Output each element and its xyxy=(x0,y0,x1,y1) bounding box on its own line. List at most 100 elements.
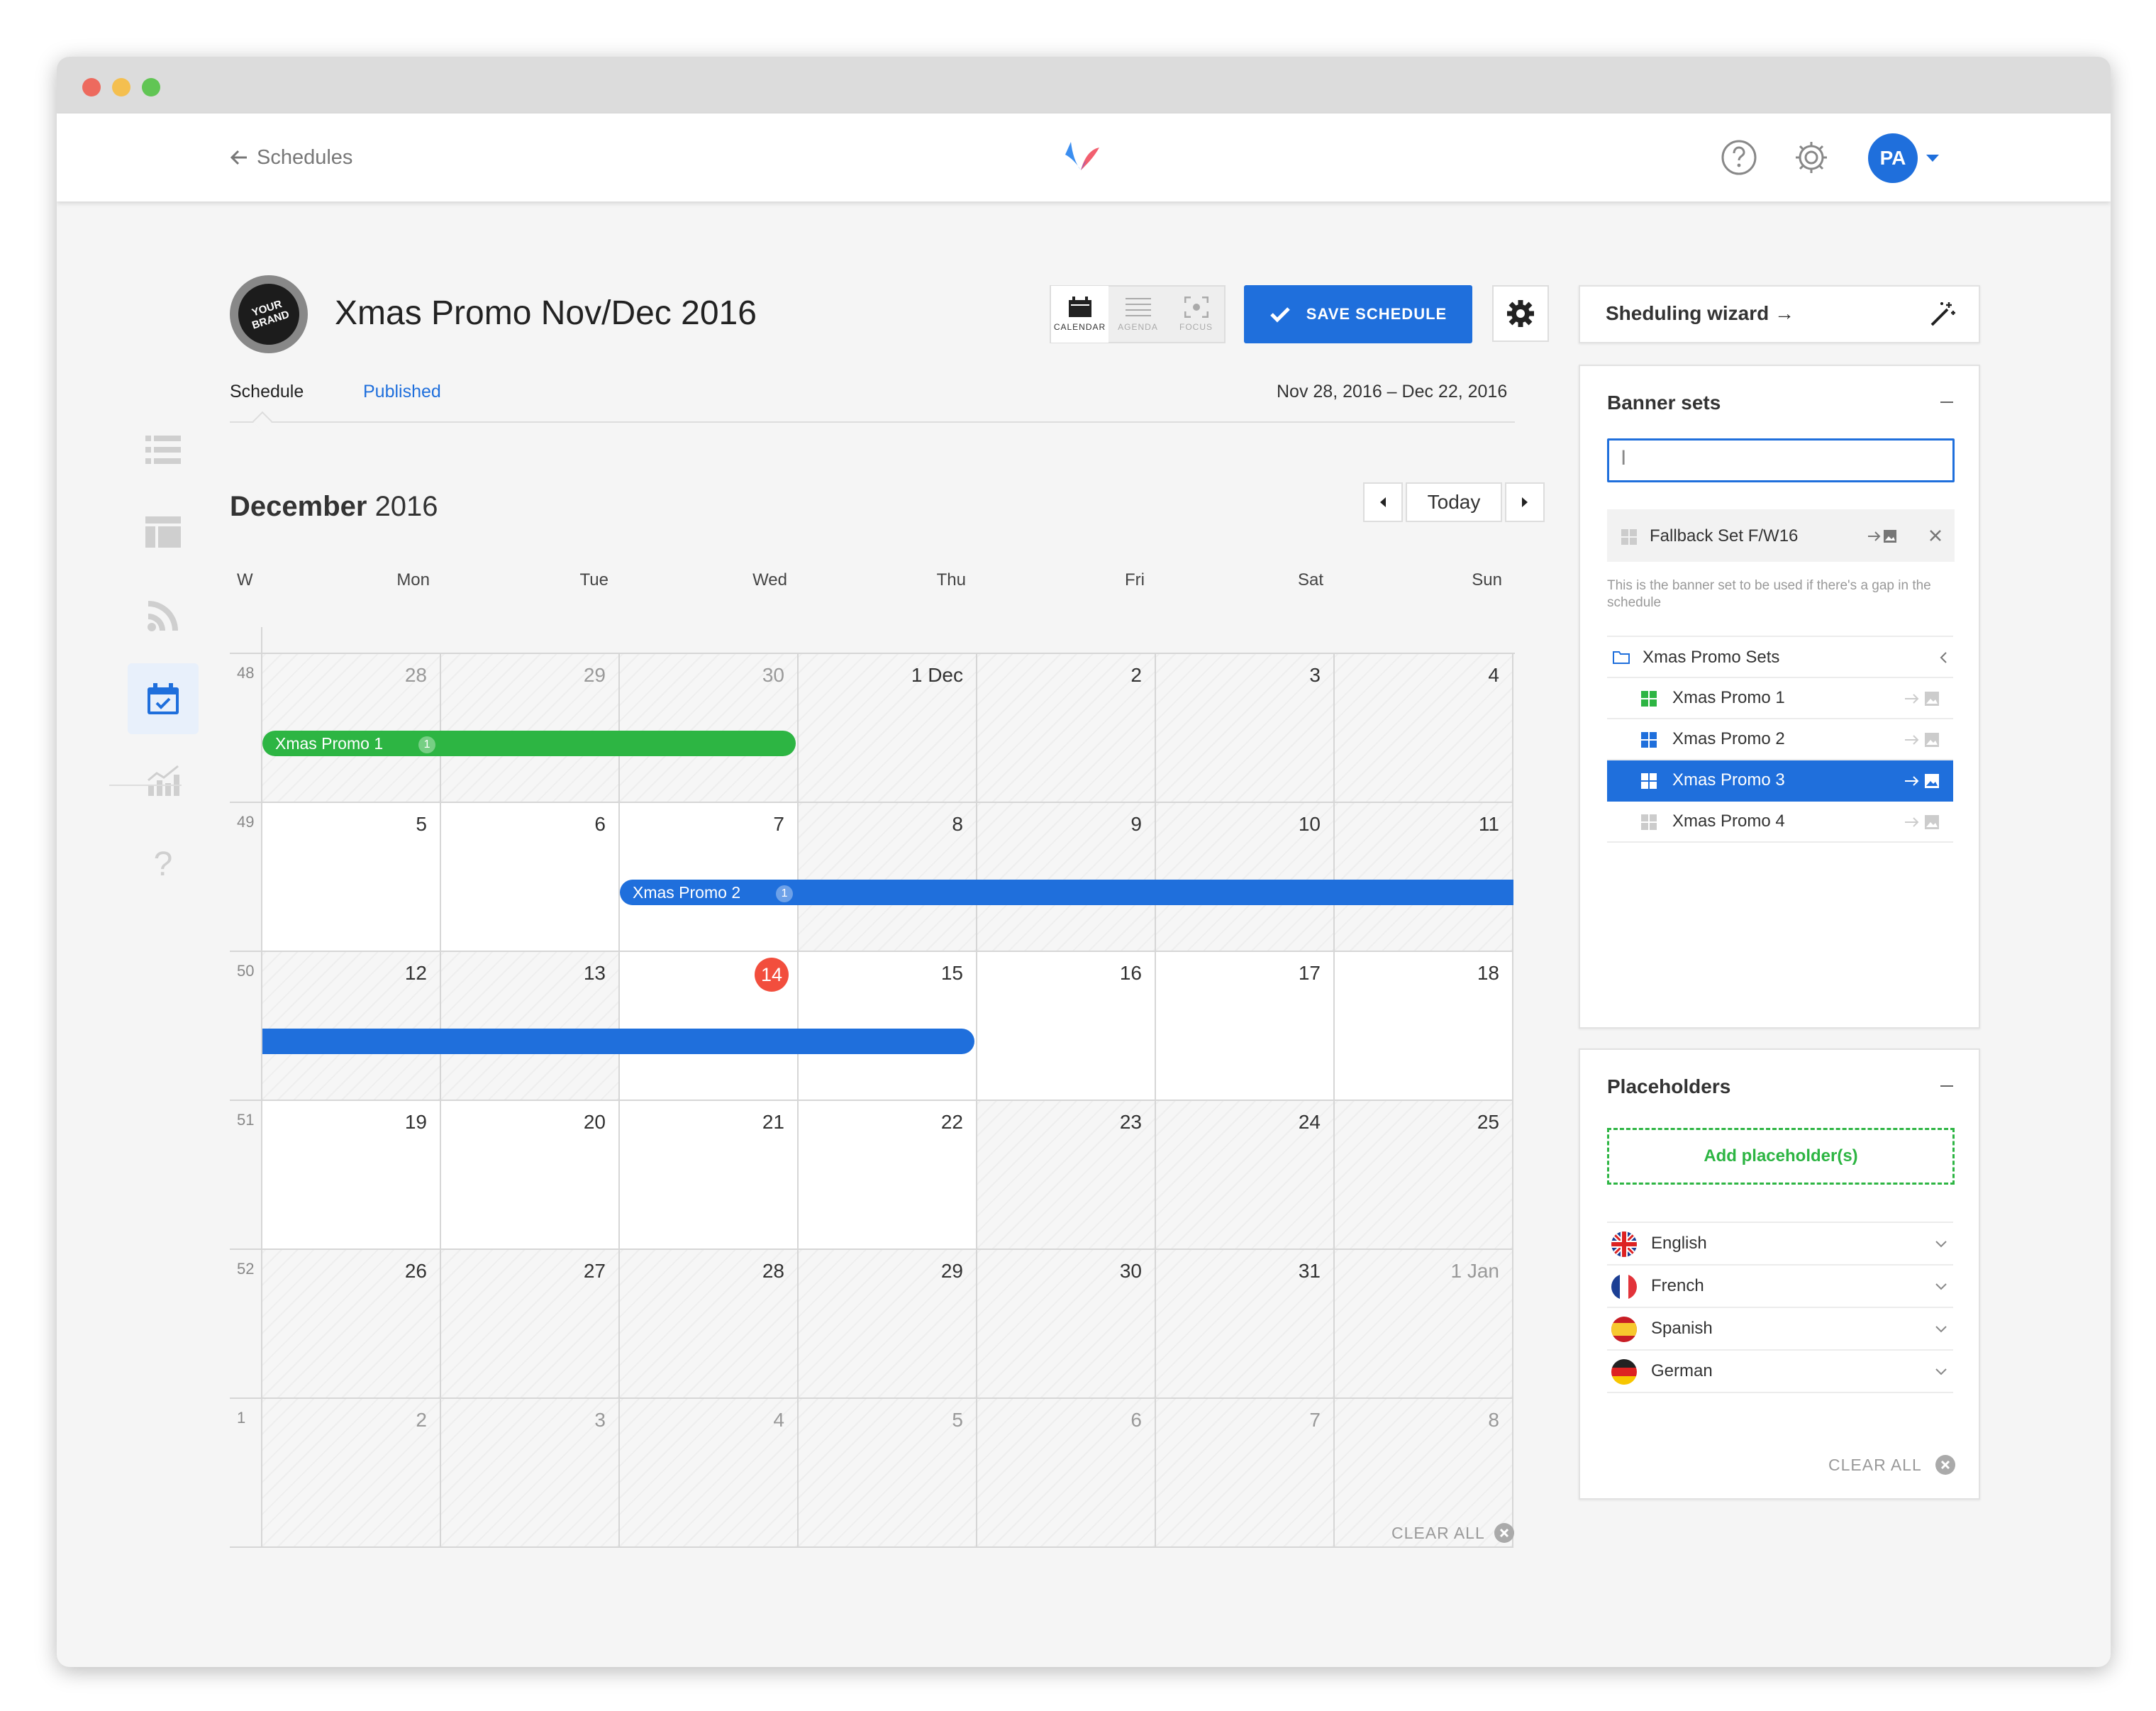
calendar-day-cell[interactable]: 30 xyxy=(620,654,799,803)
calendar-day-cell[interactable]: 10 xyxy=(1156,803,1335,952)
chevron-down-icon[interactable] xyxy=(1935,1283,1947,1291)
calendar-day-cell[interactable]: 3 xyxy=(1156,654,1335,803)
event-bar[interactable]: Xmas Promo 1 1 xyxy=(262,731,796,756)
sidebar-item-schedule[interactable] xyxy=(128,663,199,734)
event-bar[interactable] xyxy=(262,1029,974,1054)
calendar-day-cell[interactable]: 2 xyxy=(262,1399,441,1548)
settings-gear-icon[interactable] xyxy=(1793,139,1830,176)
calendar-day-cell[interactable]: 19 xyxy=(262,1101,441,1250)
sidebar-item-layout[interactable] xyxy=(128,497,199,567)
calendar-day-cell[interactable]: 6 xyxy=(977,1399,1156,1548)
calendar-day-cell[interactable]: 1 Jan xyxy=(1335,1250,1513,1399)
calendar-day-cell[interactable]: 1 Dec xyxy=(799,654,977,803)
language-row[interactable]: German xyxy=(1607,1349,1953,1390)
calendar-day-cell[interactable]: 21 xyxy=(620,1101,799,1250)
banner-set-item[interactable]: Xmas Promo 1 xyxy=(1607,678,1953,719)
calendar-day-cell[interactable]: 5 xyxy=(799,1399,977,1548)
calendar-day-cell[interactable]: 29 xyxy=(799,1250,977,1399)
calendar-day-cell[interactable]: 27 xyxy=(441,1250,620,1399)
schedule-settings-button[interactable] xyxy=(1492,285,1549,342)
calendar-day-cell[interactable]: 22 xyxy=(799,1101,977,1250)
calendar-day-cell[interactable]: 2 xyxy=(977,654,1156,803)
calendar-day-cell[interactable]: 16 xyxy=(977,952,1156,1101)
language-row[interactable]: English xyxy=(1607,1222,1953,1263)
calendar-day-cell[interactable]: 13 xyxy=(441,952,620,1101)
event-bar[interactable]: Xmas Promo 2 1 xyxy=(620,880,1513,905)
language-row[interactable]: French xyxy=(1607,1264,1953,1305)
banner-sets-search-input[interactable]: I xyxy=(1607,438,1955,482)
day-number: 5 xyxy=(416,813,427,835)
day-header: Sun xyxy=(1472,570,1502,589)
calendar-day-cell[interactable]: 28 xyxy=(620,1250,799,1399)
calendar-day-cell[interactable]: 20 xyxy=(441,1101,620,1250)
close-window-button[interactable] xyxy=(82,78,101,96)
collapse-placeholders-button[interactable] xyxy=(1940,1085,1953,1087)
view-calendar-button[interactable]: CALENDAR xyxy=(1051,286,1108,343)
calendar-day-cell[interactable]: 23 xyxy=(977,1101,1156,1250)
chevron-down-icon[interactable] xyxy=(1935,1325,1947,1334)
arrow-image-icon[interactable] xyxy=(1904,691,1940,707)
previous-month-button[interactable] xyxy=(1363,482,1403,522)
calendar-day-cell[interactable]: 12 xyxy=(262,952,441,1101)
calendar-day-cell[interactable]: 7 xyxy=(620,803,799,952)
tab-schedule[interactable]: Schedule xyxy=(230,382,304,402)
view-agenda-button[interactable]: AGENDA xyxy=(1109,286,1167,343)
calendar-day-cell[interactable]: 26 xyxy=(262,1250,441,1399)
banner-set-item[interactable]: Xmas Promo 3 xyxy=(1607,760,1953,802)
app-logo-icon[interactable] xyxy=(1057,132,1106,182)
chevron-down-icon[interactable] xyxy=(1935,1240,1947,1248)
calendar-day-cell[interactable]: 5 xyxy=(262,803,441,952)
calendar-day-cell[interactable]: 17 xyxy=(1156,952,1335,1101)
tab-published[interactable]: Published xyxy=(363,382,441,402)
add-placeholder-button[interactable]: Add placeholder(s) xyxy=(1607,1128,1955,1185)
calendar-day-cell[interactable]: 8 xyxy=(799,803,977,952)
calendar-day-cell[interactable]: 29 xyxy=(441,654,620,803)
calendar-day-cell[interactable]: 4 xyxy=(1335,654,1513,803)
calendar-day-cell[interactable]: 28 xyxy=(262,654,441,803)
save-schedule-button[interactable]: SAVE SCHEDULE xyxy=(1244,285,1472,343)
banner-set-item[interactable]: Xmas Promo 2 xyxy=(1607,719,1953,760)
day-number: 20 xyxy=(583,1111,606,1133)
folder-item[interactable]: Xmas Promo Sets xyxy=(1607,637,1953,678)
folder-icon xyxy=(1613,651,1630,664)
fallback-set-item[interactable]: Fallback Set F/W16 xyxy=(1607,509,1955,562)
calendar-clear-all-button[interactable]: CLEAR ALL xyxy=(1391,1522,1515,1544)
maximize-window-button[interactable] xyxy=(142,78,160,96)
placeholders-clear-all-button[interactable]: CLEAR ALL xyxy=(1828,1454,1956,1475)
user-avatar[interactable]: PA xyxy=(1868,133,1918,183)
view-focus-button[interactable]: FOCUS xyxy=(1167,286,1225,343)
back-link[interactable]: Schedules xyxy=(228,143,352,172)
minimize-window-button[interactable] xyxy=(112,78,130,96)
calendar-day-cell[interactable]: 6 xyxy=(441,803,620,952)
today-button[interactable]: Today xyxy=(1406,482,1502,522)
chevron-down-icon[interactable] xyxy=(1935,1368,1947,1376)
scheduling-wizard-button[interactable]: Sheduling wizard → xyxy=(1579,285,1980,343)
sidebar-item-list[interactable] xyxy=(128,414,199,485)
calendar-day-cell[interactable]: 14 xyxy=(620,952,799,1101)
calendar-day-cell[interactable]: 15 xyxy=(799,952,977,1101)
calendar-day-cell[interactable]: 7 xyxy=(1156,1399,1335,1548)
day-header: Fri xyxy=(1125,570,1145,589)
sidebar-item-feed[interactable] xyxy=(128,580,199,651)
calendar-day-cell[interactable]: 9 xyxy=(977,803,1156,952)
help-icon[interactable] xyxy=(1721,139,1757,176)
calendar-day-cell[interactable]: 25 xyxy=(1335,1101,1513,1250)
arrow-image-icon[interactable] xyxy=(1904,732,1940,748)
sidebar-item-help[interactable]: ? xyxy=(128,829,199,899)
next-month-button[interactable] xyxy=(1505,482,1545,522)
calendar-day-cell[interactable]: 11 xyxy=(1335,803,1513,952)
calendar-day-cell[interactable]: 30 xyxy=(977,1250,1156,1399)
banner-set-item[interactable]: Xmas Promo 4 xyxy=(1607,802,1953,843)
calendar-day-cell[interactable]: 31 xyxy=(1156,1250,1335,1399)
remove-icon[interactable] xyxy=(1929,529,1942,542)
calendar-day-cell[interactable]: 3 xyxy=(441,1399,620,1548)
collapse-banner-sets-button[interactable] xyxy=(1940,402,1953,403)
calendar-day-cell[interactable]: 24 xyxy=(1156,1101,1335,1250)
arrow-image-icon[interactable] xyxy=(1904,773,1940,789)
sidebar-item-analytics[interactable] xyxy=(128,745,199,816)
calendar-day-cell[interactable]: 18 xyxy=(1335,952,1513,1101)
language-row[interactable]: Spanish xyxy=(1607,1307,1953,1348)
chevron-down-icon[interactable] xyxy=(1925,150,1940,166)
arrow-image-icon[interactable] xyxy=(1904,814,1940,830)
calendar-day-cell[interactable]: 4 xyxy=(620,1399,799,1548)
